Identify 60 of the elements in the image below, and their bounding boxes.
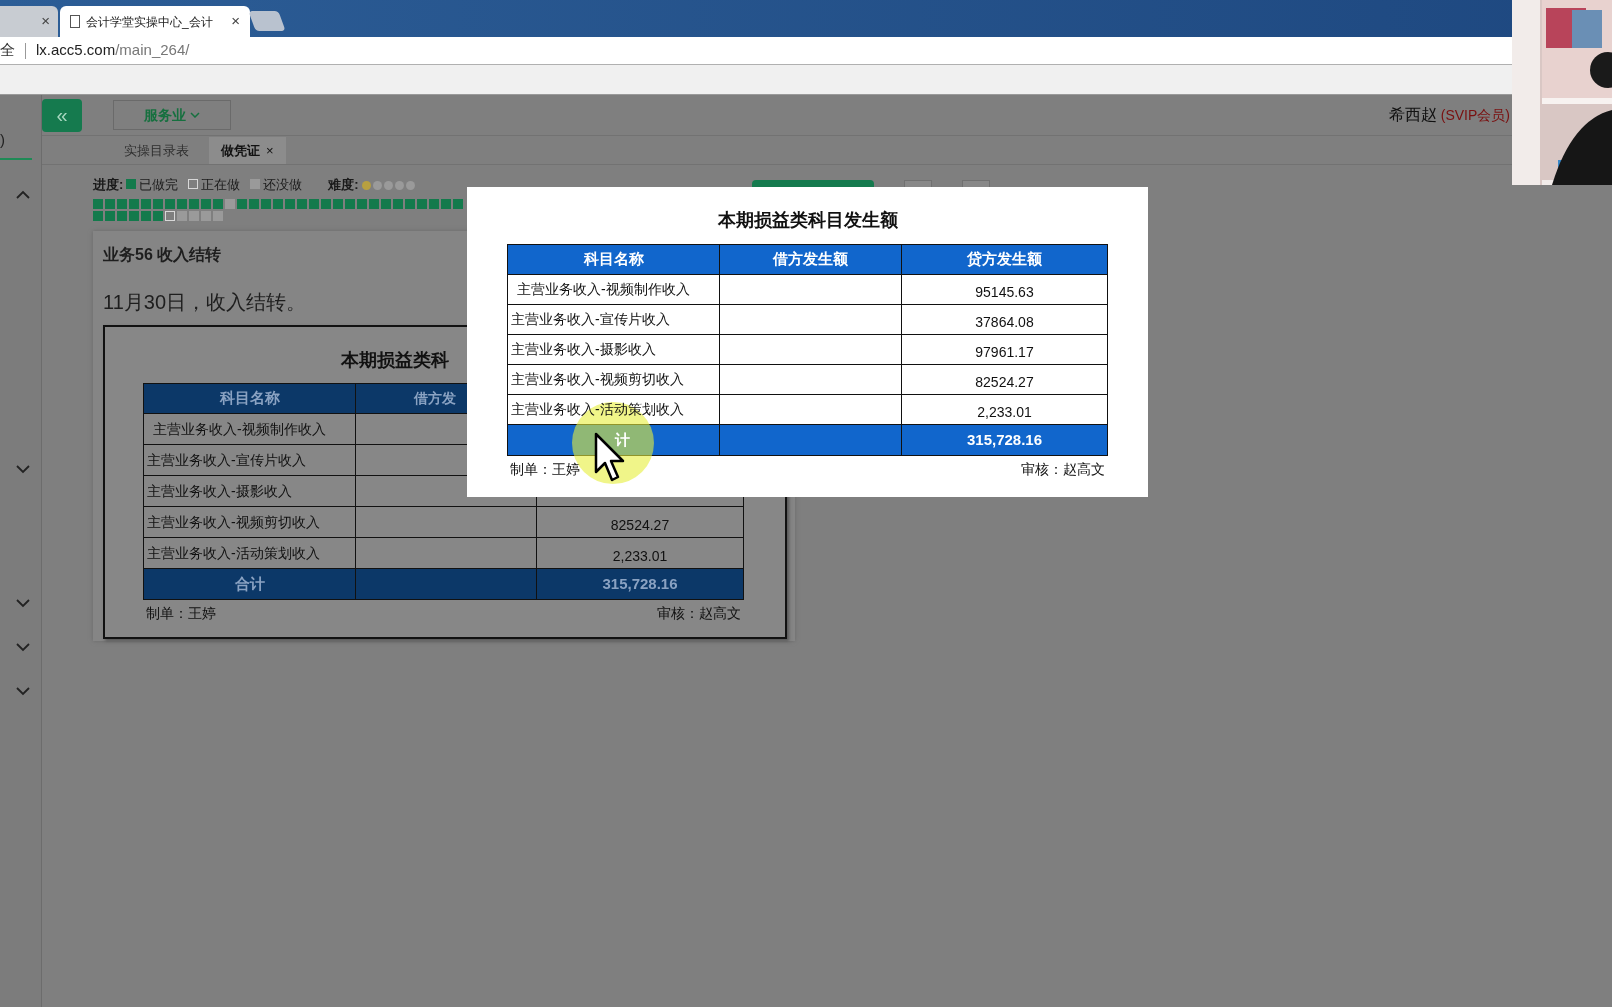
table-cell: 主营业务收入-视频制作收入: [144, 414, 356, 444]
page-tab[interactable]: 做凭证 ×: [209, 137, 286, 164]
table-header: 借方发生额: [720, 245, 902, 274]
table-cell: 主营业务收入-视频剪切收入: [144, 507, 356, 537]
table-cell-text: 95145.63: [974, 283, 1035, 302]
prepared-by: 制单：王婷: [146, 604, 216, 623]
table-cell-text: 2,233.01: [976, 403, 1033, 422]
task-description: 11月30日，收入结转。: [103, 290, 306, 315]
tab-title: 会计学堂实操中心_会计: [86, 13, 214, 31]
chevron-up-icon[interactable]: [16, 190, 30, 199]
address-field[interactable]: lx.acc5.com/main_264/: [36, 39, 190, 62]
close-icon[interactable]: ×: [231, 10, 240, 33]
table-cell-text: 82524.27: [609, 516, 671, 535]
table-header: 贷方发生额: [966, 249, 1043, 270]
caret-icon: [190, 112, 200, 118]
new-tab-button[interactable]: [248, 11, 286, 31]
progress-square[interactable]: [165, 211, 175, 221]
table-cell-text: 2,233.01: [611, 547, 669, 566]
legend-label: 还没做: [263, 176, 303, 195]
legend-label: 正在做: [201, 176, 241, 195]
page-tab[interactable]: 实操目录表: [112, 137, 201, 164]
table-cell: 主营业务收入-摄影收入: [144, 476, 356, 506]
close-icon[interactable]: ×: [266, 140, 274, 161]
membership-label: (SVIP会员): [1440, 105, 1510, 125]
total-value: 315,728.16: [601, 573, 679, 594]
sidebar-label[interactable]: ): [0, 130, 5, 150]
table-cell-text: 82524.27: [974, 373, 1035, 392]
table-cell-text: 主营业务收入-视频制作收入: [517, 280, 690, 299]
chevron-down-icon[interactable]: [16, 599, 30, 608]
browser-tab[interactable]: 会计学堂实操中心_会计 ×: [60, 6, 250, 37]
legend-label: 已做完: [139, 176, 179, 195]
collapse-button[interactable]: «: [42, 98, 82, 132]
user-name: 希西赵: [1388, 105, 1437, 125]
browser-tab[interactable]: ×: [0, 6, 58, 37]
total-value: 315,728.16: [965, 429, 1044, 450]
table-cell-text: 97961.17: [974, 343, 1035, 362]
chevron-down-icon[interactable]: [16, 465, 30, 474]
close-icon[interactable]: ×: [41, 10, 50, 33]
difficulty-label: 难度:: [328, 176, 359, 195]
reviewed-by: 审核：赵高文: [1021, 460, 1105, 479]
table-cell-text: 37864.08: [974, 313, 1035, 332]
prepared-by: 制单：王婷: [510, 460, 580, 479]
security-label: 全: [0, 40, 15, 61]
total-label: 合计: [144, 569, 356, 599]
table-cell: 主营业务收入-宣传片收入: [144, 445, 356, 475]
reviewed-by: 审核：赵高文: [657, 604, 741, 623]
task-title: 业务56 收入结转: [103, 245, 222, 265]
table-cell-text: 主营业务收入-摄影收入: [511, 340, 656, 359]
table-header: 科目名称: [144, 384, 356, 413]
progress-label: 进度:: [93, 176, 124, 195]
chevron-down-icon[interactable]: [16, 643, 30, 652]
sheet-title: 本期损益类科: [341, 349, 449, 372]
table-header: 科目名称: [508, 245, 720, 274]
table-cell: 主营业务收入-活动策划收入: [144, 538, 356, 568]
page-icon: [70, 15, 80, 28]
active-underline: [0, 158, 32, 160]
table-cell-text: 主营业务收入-宣传片收入: [511, 310, 670, 329]
popup-title: 本期损益类科目发生额: [717, 209, 898, 232]
total-label: 计: [615, 429, 630, 450]
chevron-down-icon[interactable]: [16, 687, 30, 696]
